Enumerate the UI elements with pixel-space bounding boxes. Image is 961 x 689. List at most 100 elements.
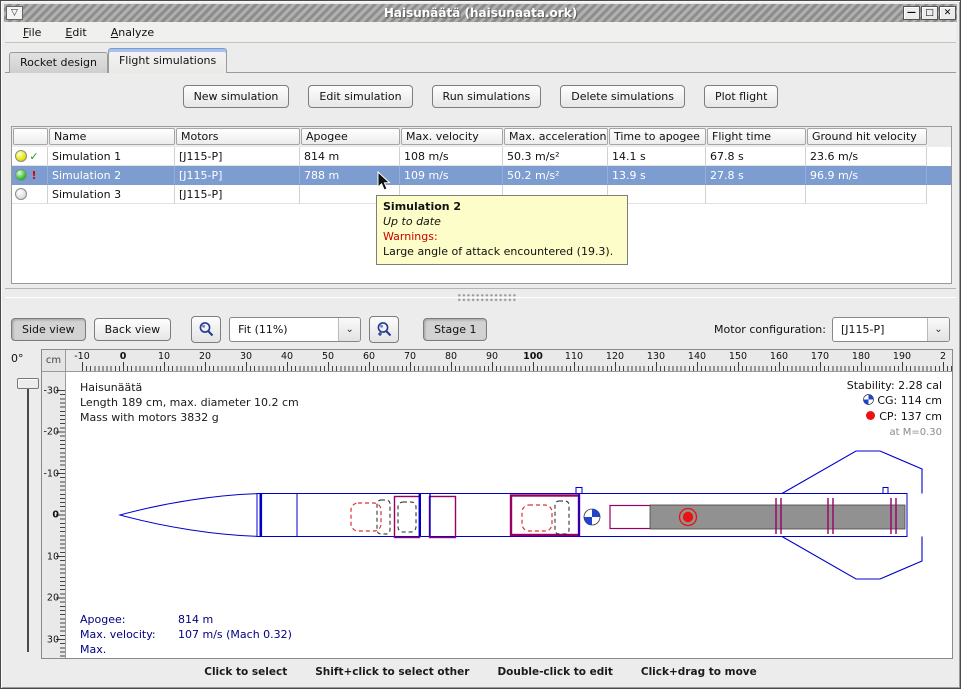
- h-ruler-label: 70: [404, 351, 416, 362]
- h-ruler-label: 0: [120, 351, 127, 362]
- cell-max_acceleration: 50.3 m/s²: [503, 147, 608, 166]
- h-ruler-label: 10: [158, 351, 170, 362]
- rotation-slider-handle[interactable]: [17, 378, 39, 389]
- motor-configuration-label: Motor configuration:: [714, 323, 826, 336]
- cell-ground_hit_velocity: [806, 185, 927, 204]
- window-controls: — □ ✕: [903, 6, 956, 20]
- chevron-down-icon: ⌄: [927, 318, 949, 341]
- hint-double-click-to-edit: Double-click to edit: [497, 666, 612, 678]
- column-header-status[interactable]: [13, 128, 48, 145]
- column-header-motors[interactable]: Motors: [176, 128, 300, 145]
- view-controls: Side view Back view Fit (11%) ⌄ Stage 1: [11, 314, 950, 344]
- cell-time_to_apogee: 13.9 s: [608, 166, 706, 185]
- h-ruler-label: 60: [363, 351, 375, 362]
- h-ruler-label: 170: [811, 351, 829, 362]
- chevron-down-icon: ⌄: [338, 318, 360, 341]
- status-ball-gray-icon: [15, 188, 27, 200]
- column-header-max-acceleration[interactable]: Max. acceleration: [504, 128, 608, 145]
- rotation-angle-label: 0°: [11, 352, 24, 365]
- new-simulation-button[interactable]: New simulation: [183, 85, 290, 108]
- hint-click-drag-to-move: Click+drag to move: [641, 666, 757, 678]
- h-ruler-label: 20: [199, 351, 211, 362]
- h-ruler-label: 30: [240, 351, 252, 362]
- close-button[interactable]: ✕: [939, 6, 956, 20]
- h-ruler-label: 100: [523, 351, 543, 362]
- h-ruler-label: 2: [940, 351, 946, 362]
- h-ruler-label: 160: [770, 351, 788, 362]
- stability-info: Stability: 2.28 cal CG: 114 cm CP: 137 c…: [847, 378, 942, 440]
- side-view-button[interactable]: Side view: [11, 318, 86, 341]
- column-header-time-to-apogee[interactable]: Time to apogee: [609, 128, 706, 145]
- back-view-button[interactable]: Back view: [94, 318, 172, 341]
- zoom-out-button[interactable]: [191, 316, 221, 343]
- tooltip-title: Simulation 2: [383, 199, 621, 214]
- v-ruler-label: 0: [52, 510, 59, 521]
- h-ruler-label: -10: [74, 351, 90, 362]
- column-header-flight-time[interactable]: Flight time: [707, 128, 806, 145]
- system-menu-icon[interactable]: ▽: [6, 6, 23, 20]
- tooltip-warnings-label: Warnings:: [383, 229, 621, 244]
- design-info: Haisunäätä Length 189 cm, max. diameter …: [80, 380, 299, 425]
- h-ruler-label: 40: [281, 351, 293, 362]
- stage-1-toggle[interactable]: Stage 1: [423, 318, 487, 341]
- rotation-slider-track[interactable]: [27, 386, 29, 652]
- title-bar[interactable]: ▽ Haisunäätä (haisunaata.ork) — □ ✕: [4, 4, 957, 22]
- run-simulations-button[interactable]: Run simulations: [432, 85, 542, 108]
- rocket-dimensions: Length 189 cm, max. diameter 10.2 cm: [80, 395, 299, 410]
- cg-value: CG: 114 cm: [847, 393, 942, 409]
- menu-edit[interactable]: Edit: [55, 24, 96, 41]
- h-ruler-label: 130: [647, 351, 665, 362]
- plot-flight-button[interactable]: Plot flight: [704, 85, 778, 108]
- tab-rocket-design[interactable]: Rocket design: [9, 52, 108, 73]
- maximize-button[interactable]: □: [921, 6, 938, 20]
- splitter-grip-icon[interactable]: [457, 293, 517, 302]
- h-ruler-label: 80: [445, 351, 457, 362]
- cell-max_velocity: 109 m/s: [400, 166, 503, 185]
- delete-simulations-button[interactable]: Delete simulations: [560, 85, 685, 108]
- v-ruler-label: 30: [47, 634, 59, 645]
- edit-simulation-button[interactable]: Edit simulation: [308, 85, 412, 108]
- zoom-level-select[interactable]: Fit (11%) ⌄: [229, 317, 361, 342]
- h-ruler-label: 150: [729, 351, 747, 362]
- h-ruler-label: 180: [852, 351, 870, 362]
- menu-bar: FileEdit Analyze: [5, 22, 956, 43]
- status-check-icon: ✓: [29, 150, 39, 163]
- column-header-ground-hit-velocity[interactable]: Ground hit velocity: [807, 128, 927, 145]
- minimize-button[interactable]: —: [903, 6, 920, 20]
- cell-ground_hit_velocity: 23.6 m/s: [806, 147, 927, 166]
- tab-bar: Rocket design Flight simulations: [9, 48, 227, 73]
- tab-flight-simulations[interactable]: Flight simulations: [108, 48, 227, 73]
- cell-flight_time: 67.8 s: [706, 147, 806, 166]
- h-ruler-label: 190: [893, 351, 911, 362]
- splitter[interactable]: [5, 288, 956, 298]
- cell-motors: [J115-P]: [175, 147, 300, 166]
- status-bar: Click to selectShift+click to select oth…: [5, 660, 956, 684]
- horizontal-ruler: -100102030405060708090100110120130140150…: [66, 350, 952, 372]
- rocket-canvas[interactable]: Haisunäätä Length 189 cm, max. diameter …: [66, 372, 952, 658]
- magnifier-plus-icon: [376, 321, 393, 338]
- cg-marker: [584, 509, 600, 525]
- motor-configuration-select[interactable]: [J115-P] ⌄: [832, 317, 950, 342]
- menu-file[interactable]: File: [13, 24, 51, 41]
- table-row-simulation-1[interactable]: ✓Simulation 1[J115-P]814 m108 m/s50.3 m/…: [12, 147, 951, 166]
- cell-motors: [J115-P]: [175, 185, 300, 204]
- application-window: ▽ Haisunäätä (haisunaata.ork) — □ ✕ File…: [0, 0, 961, 689]
- tooltip-status: Up to date: [383, 214, 621, 229]
- hint-shift-click-to-select-other: Shift+click to select other: [315, 666, 469, 678]
- vertical-ruler: -30-20-100102030: [42, 372, 66, 658]
- zoom-in-button[interactable]: [369, 316, 399, 343]
- v-ruler-label: -10: [43, 468, 59, 479]
- mouse-cursor: [377, 171, 392, 192]
- h-ruler-label: 50: [322, 351, 334, 362]
- cp-icon: [865, 410, 876, 425]
- mach-condition: at M=0.30: [847, 425, 942, 440]
- table-row-simulation-2[interactable]: !Simulation 2[J115-P]788 m109 m/s50.2 m/…: [12, 166, 951, 185]
- flight-info-label: Max. acceleration:: [80, 642, 178, 658]
- column-header-apogee[interactable]: Apogee: [301, 128, 400, 145]
- column-header-max-velocity[interactable]: Max. velocity: [401, 128, 503, 145]
- flight-info-label: Max. velocity:: [80, 627, 178, 642]
- cell-time_to_apogee: 14.1 s: [608, 147, 706, 166]
- menu-analyze[interactable]: Analyze: [101, 24, 164, 41]
- v-ruler-label: 10: [47, 551, 59, 562]
- column-header-name[interactable]: Name: [49, 128, 175, 145]
